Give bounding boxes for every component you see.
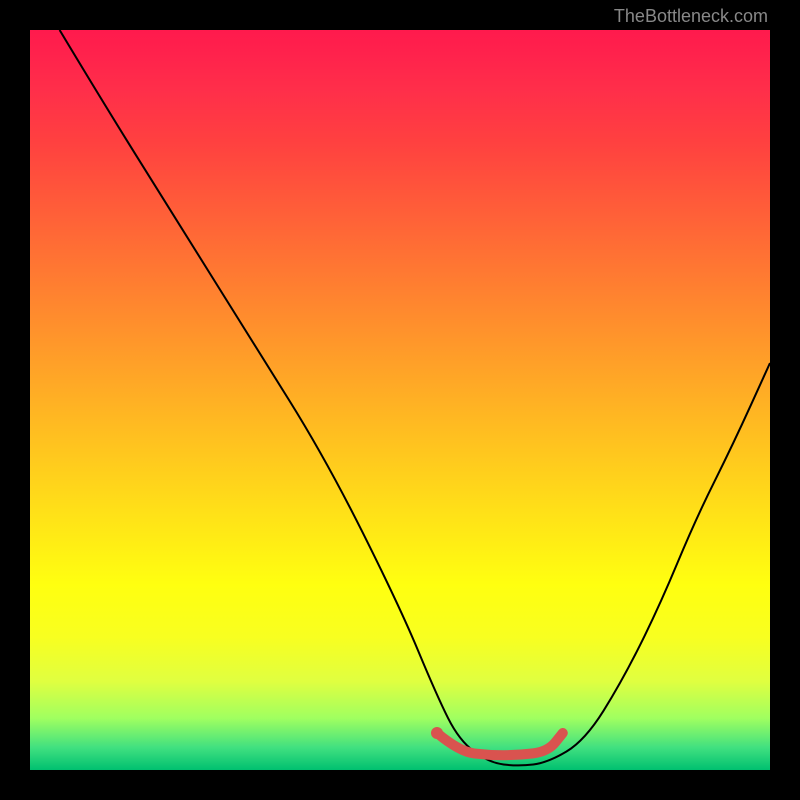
attribution-text: TheBottleneck.com	[614, 6, 768, 27]
plot-area	[30, 30, 770, 770]
chart-container: TheBottleneck.com	[0, 0, 800, 800]
gradient-background	[30, 30, 770, 770]
